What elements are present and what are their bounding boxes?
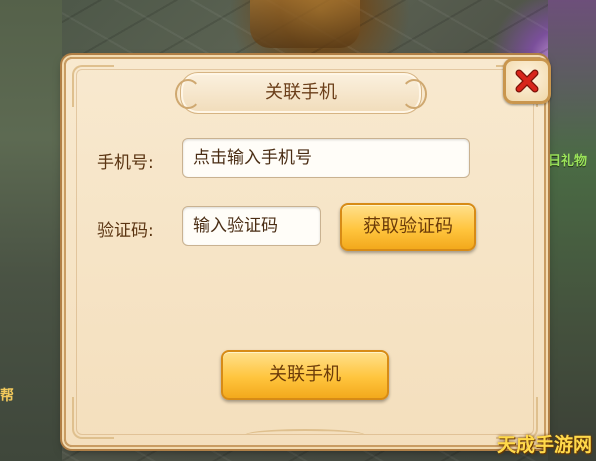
verification-code-input[interactable]: 输入验证码 [182,206,321,246]
corner-ornament [72,65,114,107]
phone-input[interactable]: 点击输入手机号 [182,138,470,178]
close-icon [515,69,539,93]
scroll-ornament-icon [401,79,427,109]
corner-ornament [72,397,114,439]
close-button[interactable] [503,58,551,104]
background-right-scene [548,0,596,461]
scroll-ornament-icon [175,79,201,109]
bottom-ornament [245,429,365,441]
watermark-logo: 天成手游网 [496,434,592,456]
background-guild-text: 帮 [0,388,14,404]
background-event-text: 日礼物 [548,154,588,169]
dialog-title-plaque: 关联手机 [175,72,427,114]
get-code-button[interactable]: 获取验证码 [340,203,476,251]
phone-label: 手机号: [97,153,154,173]
confirm-link-phone-button[interactable]: 关联手机 [221,350,389,400]
dialog-title: 关联手机 [265,82,337,103]
verification-code-label: 验证码: [97,221,154,241]
background-building [250,0,360,48]
